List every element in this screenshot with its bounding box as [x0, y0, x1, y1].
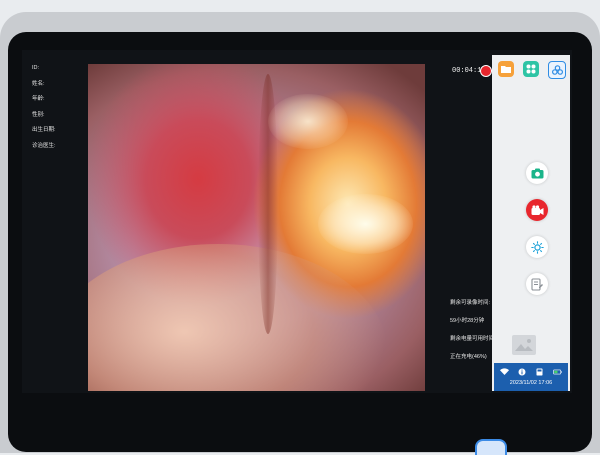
video-record-button[interactable] — [526, 199, 548, 221]
info-icon[interactable] — [518, 367, 527, 376]
patient-sex-label: 性别: — [32, 111, 45, 118]
last-capture-thumbnail[interactable] — [512, 335, 536, 355]
patient-id-label: ID: — [32, 65, 40, 71]
apps-grid-icon[interactable] — [523, 61, 539, 77]
endoscope-video-feed — [88, 64, 425, 391]
network-icon[interactable] — [548, 61, 566, 79]
report-edit-icon — [531, 277, 543, 291]
side-control-panel: 2023/11/02 17:06 — [492, 55, 570, 391]
wifi-icon[interactable] — [500, 367, 509, 376]
battery-icon — [553, 367, 562, 376]
patient-info-panel: ID: 姓名: 年龄: 性别: 出生日期: 诊治医生: — [32, 65, 92, 159]
storage-icon[interactable] — [535, 367, 544, 376]
patient-birthdate-label: 出生日期: — [32, 127, 56, 133]
patient-doctor-label: 诊治医生: — [32, 142, 56, 149]
camera-icon — [531, 168, 543, 178]
recording-indicator[interactable] — [480, 65, 492, 77]
video-camera-icon — [531, 204, 543, 215]
status-datetime: 2023/11/02 17:06 — [509, 380, 553, 386]
camera-button[interactable] — [526, 162, 548, 184]
brightness-icon — [530, 240, 544, 254]
specular-highlight — [318, 194, 413, 254]
brightness-button[interactable] — [526, 236, 548, 258]
status-bar: 2023/11/02 17:06 — [494, 363, 568, 391]
specular-highlight — [268, 94, 348, 149]
patient-age-label: 年龄: — [32, 96, 45, 102]
bottom-icons — [500, 367, 562, 376]
report-button[interactable] — [526, 273, 548, 295]
image-placeholder-icon — [515, 339, 533, 351]
lumen-highlight — [88, 244, 388, 391]
patient-name-label: 姓名: — [32, 80, 45, 87]
endoscope-screen: ID: 姓名: 年龄: 性别: 出生日期: 诊治医生: 00:04:13 剩余可… — [22, 50, 572, 393]
folder-icon[interactable] — [498, 61, 514, 77]
